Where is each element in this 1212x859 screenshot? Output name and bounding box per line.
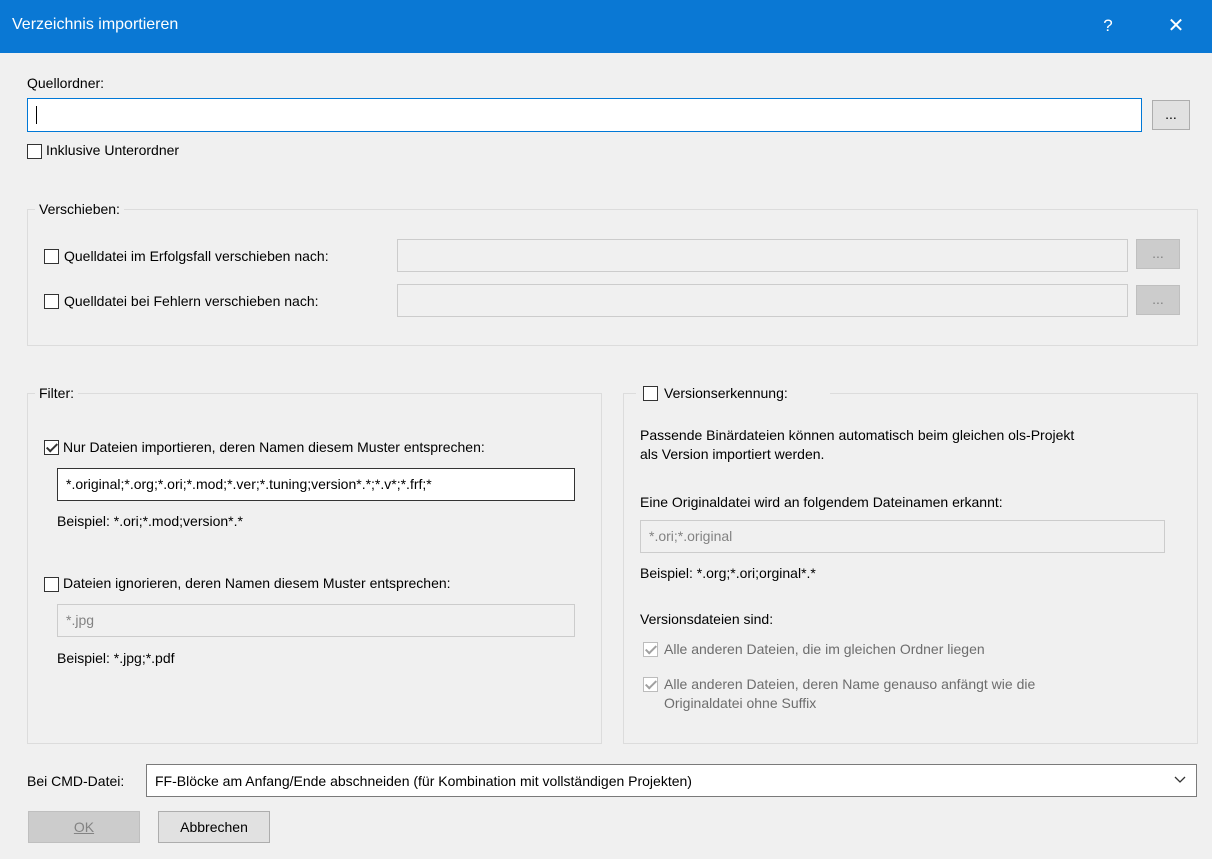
ignore-pattern-example: Beispiel: *.jpg;*.pdf — [57, 650, 175, 666]
same-prefix-label-line2: Originaldatei ohne Suffix — [664, 695, 817, 711]
include-pattern-checkbox[interactable] — [44, 440, 59, 455]
source-folder-label: Quellordner: — [27, 75, 105, 91]
version-description-line1: Passende Binärdateien können automatisch… — [640, 427, 1075, 443]
move-group-legend: Verschieben: — [35, 201, 124, 217]
ignore-pattern-input[interactable]: *.jpg — [57, 604, 575, 637]
move-on-error-input[interactable] — [397, 284, 1128, 317]
source-folder-input[interactable] — [27, 98, 1142, 132]
ignore-pattern-label: Dateien ignorieren, deren Namen diesem M… — [63, 575, 451, 591]
same-prefix-label-line1: Alle anderen Dateien, deren Name genauso… — [664, 676, 1036, 692]
include-pattern-example: Beispiel: *.ori;*.mod;version*.* — [57, 513, 243, 529]
same-folder-label: Alle anderen Dateien, die im gleichen Or… — [664, 641, 985, 657]
version-description-line2: als Version importiert werden. — [640, 446, 825, 462]
ignore-pattern-value: *.jpg — [66, 612, 95, 628]
move-on-success-browse-button[interactable]: ... — [1136, 239, 1180, 269]
cancel-button[interactable]: Abbrechen — [158, 811, 270, 843]
help-button[interactable]: ? — [1094, 13, 1122, 39]
chevron-down-icon — [1173, 773, 1187, 787]
version-detection-checkbox[interactable] — [643, 386, 658, 401]
ok-button[interactable]: OK — [28, 811, 140, 843]
same-prefix-checkbox[interactable] — [643, 677, 658, 692]
move-on-error-label: Quelldatei bei Fehlern verschieben nach: — [64, 293, 319, 309]
move-on-success-label: Quelldatei im Erfolgsfall verschieben na… — [64, 248, 329, 264]
include-pattern-input[interactable]: *.original;*.org;*.ori;*.mod;*.ver;*.tun… — [57, 468, 575, 501]
same-folder-checkbox[interactable] — [643, 642, 658, 657]
original-file-input[interactable]: *.ori;*.original — [640, 520, 1165, 553]
close-button[interactable]: ✕ — [1162, 13, 1190, 39]
ignore-pattern-checkbox[interactable] — [44, 577, 59, 592]
window-title: Verzeichnis importieren — [12, 16, 179, 33]
version-detection-label: Versionserkennung: — [664, 385, 788, 401]
original-file-example: Beispiel: *.org;*.ori;orginal*.* — [640, 565, 816, 581]
source-browse-button[interactable]: ... — [1152, 100, 1190, 130]
cmd-file-label: Bei CMD-Datei: — [27, 773, 125, 789]
original-file-label: Eine Originaldatei wird an folgendem Dat… — [640, 494, 1003, 510]
include-pattern-label: Nur Dateien importieren, deren Namen die… — [63, 439, 485, 455]
move-on-error-browse-button[interactable]: ... — [1136, 285, 1180, 315]
include-pattern-value: *.original;*.org;*.ori;*.mod;*.ver;*.tun… — [66, 476, 432, 492]
move-on-success-input[interactable] — [397, 239, 1128, 272]
original-file-value: *.ori;*.original — [649, 528, 733, 544]
text-caret — [36, 106, 37, 124]
filter-group-legend: Filter: — [35, 385, 78, 401]
move-on-error-checkbox[interactable] — [44, 294, 59, 309]
include-subfolders-label: Inklusive Unterordner — [46, 142, 180, 158]
cmd-file-select[interactable]: FF-Blöcke am Anfang/Ende abschneiden (fü… — [146, 764, 1197, 797]
include-subfolders-checkbox[interactable] — [27, 144, 42, 159]
title-bar: Verzeichnis importieren ? ✕ — [0, 0, 1212, 53]
move-on-success-checkbox[interactable] — [44, 249, 59, 264]
move-group — [27, 209, 1198, 346]
version-files-label: Versionsdateien sind: — [640, 611, 774, 627]
cmd-file-selected: FF-Blöcke am Anfang/Ende abschneiden (fü… — [155, 773, 692, 789]
